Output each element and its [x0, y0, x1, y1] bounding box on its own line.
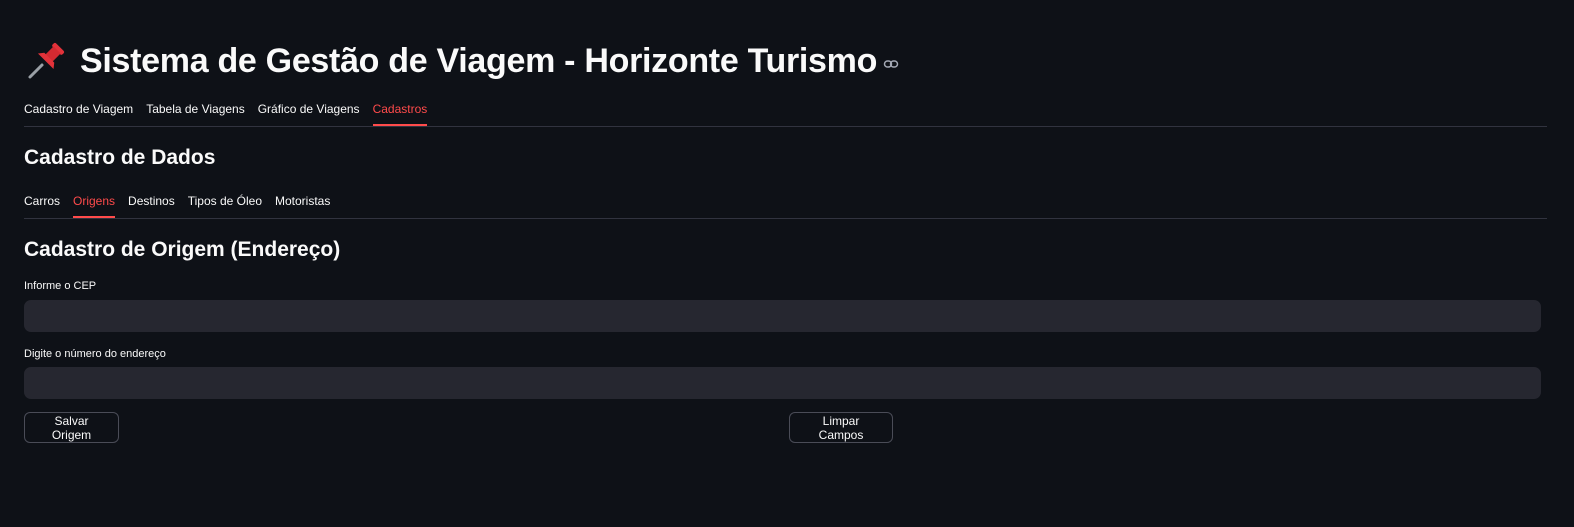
- app-page: Sistema de Gestão de Viagem - Horizonte …: [0, 0, 1574, 527]
- sub-tabs: Carros Origens Destinos Tipos de Óleo Mo…: [24, 192, 1547, 219]
- tab-tipos-de-oleo[interactable]: Tipos de Óleo: [188, 192, 262, 216]
- tab-tabela-de-viagens[interactable]: Tabela de Viagens: [146, 100, 245, 124]
- pushpin-icon: [24, 39, 68, 83]
- tab-cadastro-de-viagem[interactable]: Cadastro de Viagem: [24, 100, 133, 124]
- cep-label: Informe o CEP: [24, 280, 97, 292]
- form-title: Cadastro de Origem (Endereço): [24, 238, 341, 261]
- tab-cadastros[interactable]: Cadastros: [372, 100, 428, 126]
- section-title: Cadastro de Dados: [24, 146, 216, 169]
- tab-grafico-de-viagens[interactable]: Gráfico de Viagens: [258, 100, 360, 124]
- tab-origens[interactable]: Origens: [73, 192, 116, 218]
- address-number-input[interactable]: [24, 367, 1541, 399]
- tab-carros[interactable]: Carros: [24, 192, 60, 216]
- clear-fields-button[interactable]: Limpar Campos: [789, 412, 893, 443]
- tab-motoristas[interactable]: Motoristas: [275, 192, 330, 216]
- page-title: Sistema de Gestão de Viagem - Horizonte …: [80, 41, 878, 80]
- save-origin-button[interactable]: Salvar Origem: [24, 412, 119, 443]
- title-row: Sistema de Gestão de Viagem - Horizonte …: [24, 38, 899, 84]
- tab-destinos[interactable]: Destinos: [128, 192, 175, 216]
- cep-input[interactable]: [24, 300, 1541, 332]
- main-tabs: Cadastro de Viagem Tabela de Viagens Grá…: [24, 100, 1547, 127]
- address-number-label: Digite o número do endereço: [24, 348, 166, 360]
- link-icon[interactable]: [883, 56, 899, 72]
